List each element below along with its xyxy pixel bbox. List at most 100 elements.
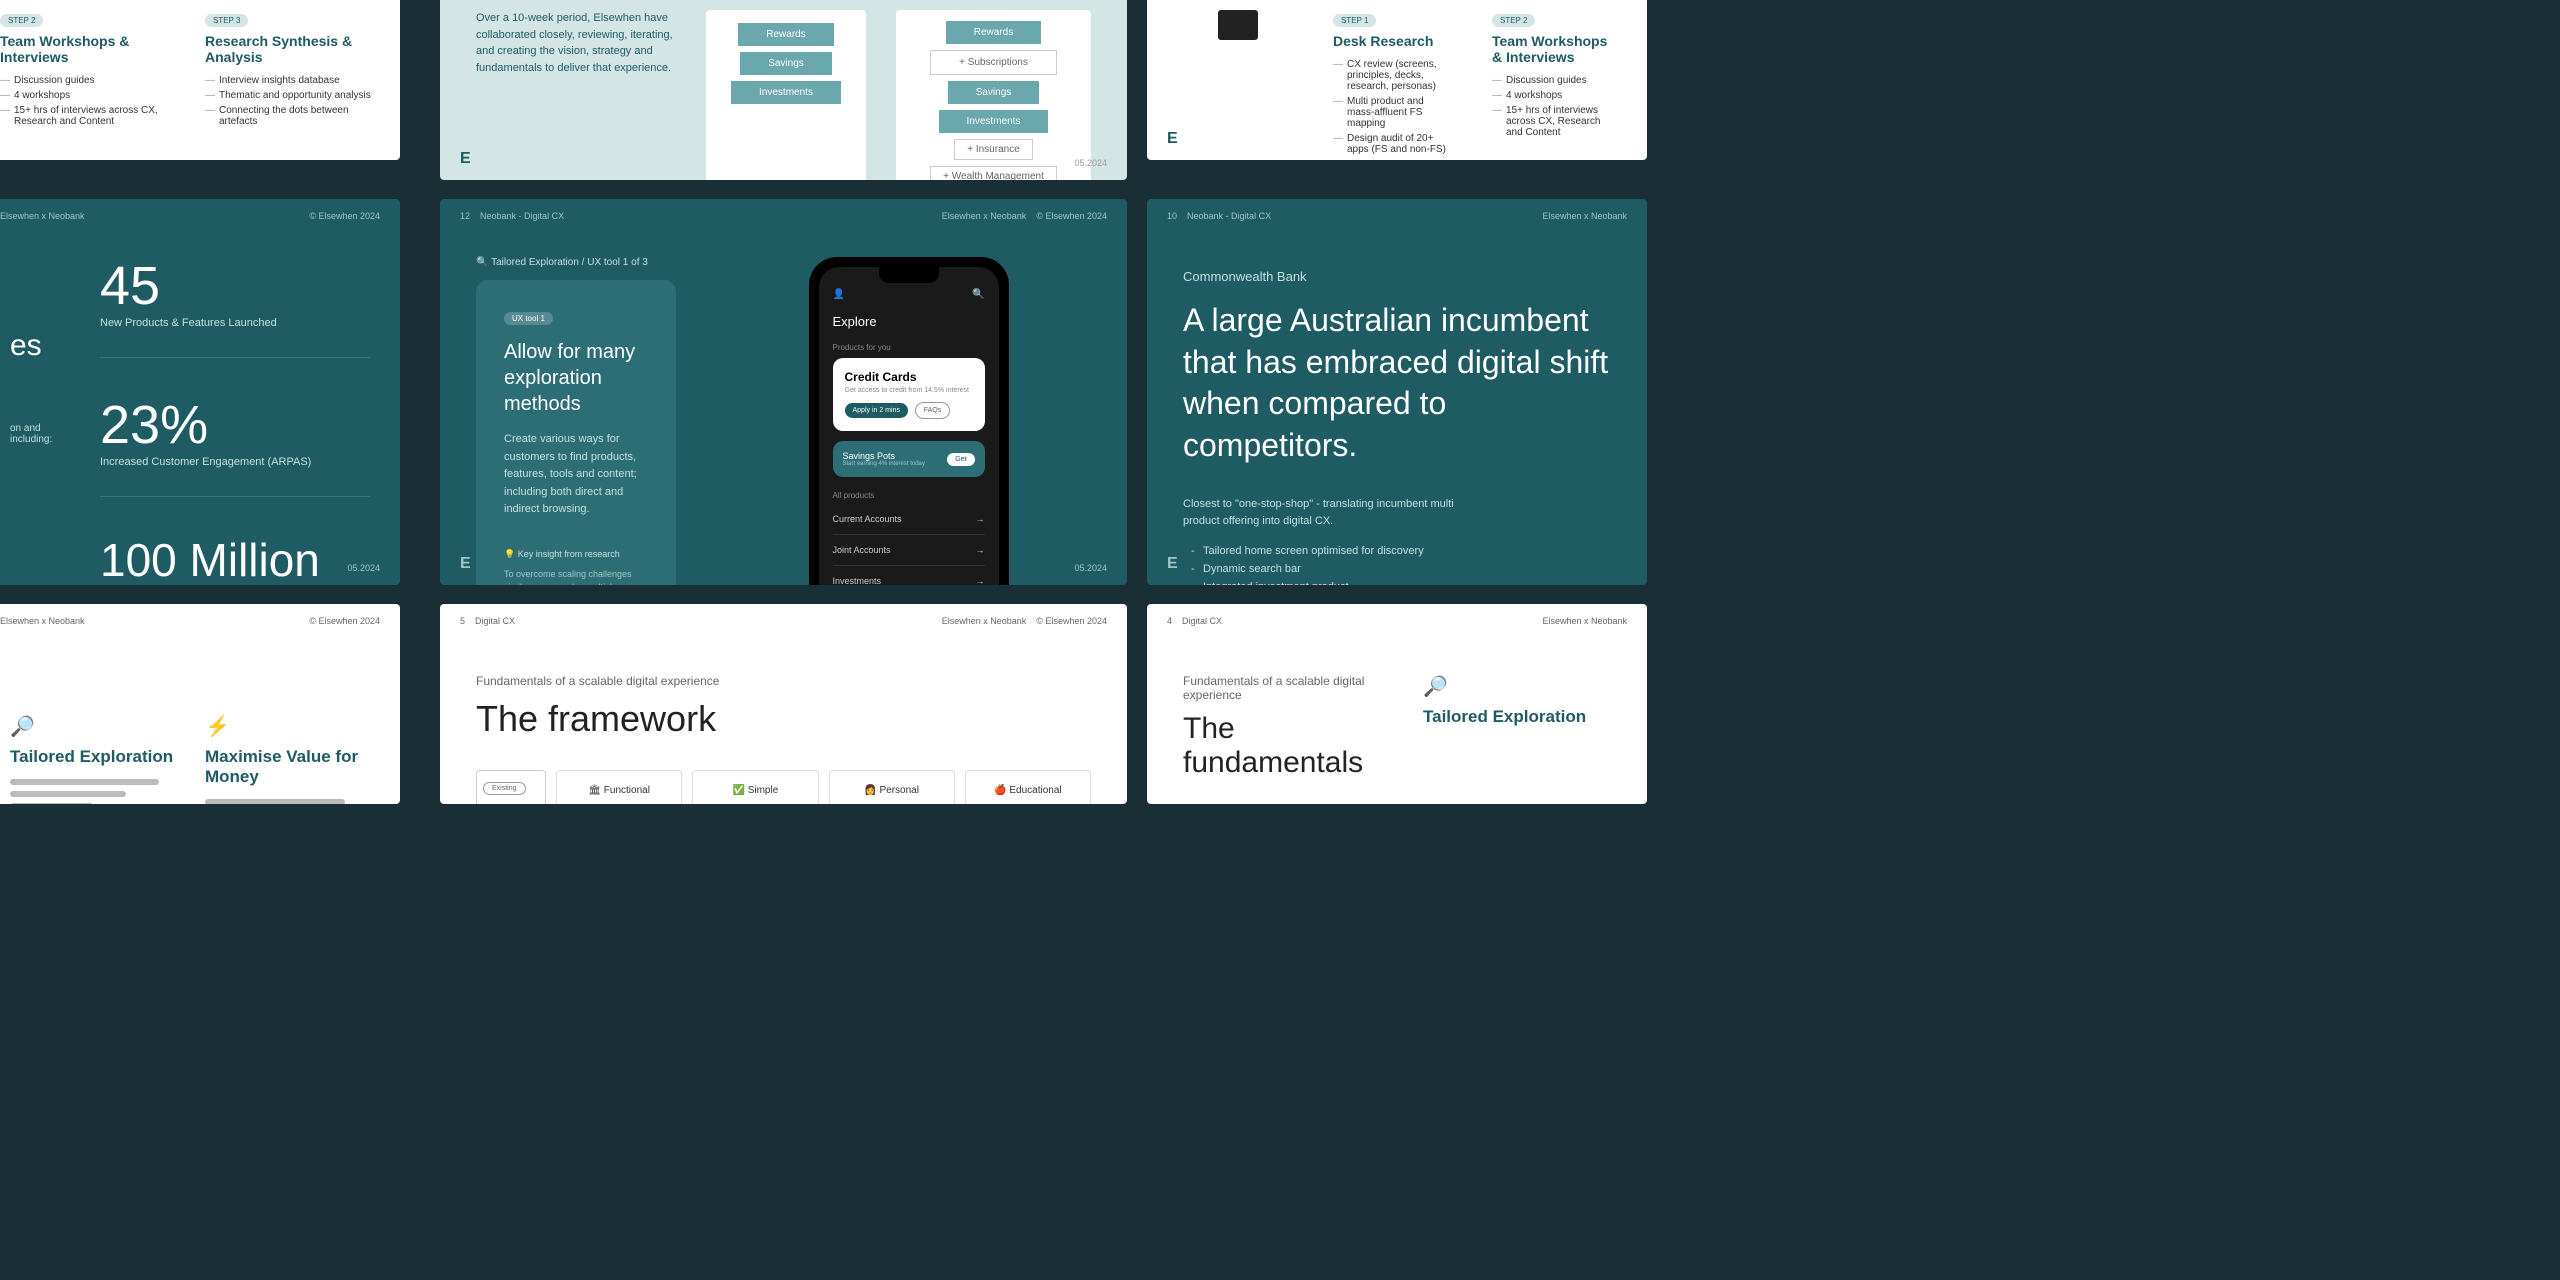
stat-number: 100 Million <box>100 537 370 583</box>
tag: Existing <box>483 782 526 795</box>
step-badge: STEP 2 <box>0 14 43 27</box>
step-2-column: STEP 2 Team Workshops & Interviews Discu… <box>1492 10 1611 159</box>
list-item: Multi product and mass-affluent FS mappi… <box>1333 96 1452 129</box>
meta-left: Elsewhen x Neobank <box>0 211 85 221</box>
apply-button[interactable]: Apply in 2 mins <box>845 403 908 418</box>
step-title: Team Workshops & Interviews <box>0 33 175 65</box>
slide-ux-tool: 12 Neobank - Digital CX Elsewhen x Neoba… <box>440 199 1127 585</box>
meta: Elsewhen x Neobank <box>942 616 1027 626</box>
stat-block: 100 Million Customers <box>100 537 370 585</box>
list-item: Design audit of 20+ apps (FS and non-FS) <box>1333 133 1452 155</box>
step-list: CX review (screens, principles, decks, r… <box>1333 59 1452 155</box>
pill: Investments <box>731 81 841 104</box>
step-badge: STEP 2 <box>1492 14 1535 27</box>
step-badge: STEP 3 <box>205 14 248 27</box>
copyright: © Elsewhen 2024 <box>1036 211 1107 221</box>
logo: E <box>1167 130 1178 148</box>
dp-label: Design Principles <box>483 803 539 804</box>
step-3-column: STEP 3 Research Synthesis & Analysis Int… <box>205 10 380 131</box>
pill: + Insurance <box>954 139 1033 160</box>
get-button[interactable]: Get <box>947 453 974 466</box>
pills-right: Rewards + Subscriptions Savings Investme… <box>896 10 1091 180</box>
magnify-icon: 🔎 <box>1423 674 1611 699</box>
faqs-button[interactable]: FAQs <box>915 402 951 419</box>
stat-label: New Products & Features Launched <box>100 317 370 329</box>
frag: including: <box>10 434 60 445</box>
ux-title: Allow for many exploration methods <box>504 339 648 417</box>
slide-principles-left: Elsewhen x Neobank © Elsewhen 2024 🔎 Tai… <box>0 604 400 804</box>
slide-stats: Elsewhen x Neobank © Elsewhen 2024 es on… <box>0 199 400 585</box>
framework-title: The framework <box>476 698 1091 740</box>
slide-commonwealth: 10 Neobank - Digital CX Elsewhen x Neoba… <box>1147 199 1647 585</box>
slide-meta: 4 Digital CX Elsewhen x Neobank <box>1147 604 1647 638</box>
fw-card: 👩 Personal <box>829 770 955 804</box>
insight-text: To overcome scaling challenges similar a… <box>504 568 648 585</box>
all-products-label: All products <box>833 491 985 500</box>
slide-meta: Elsewhen x Neobank © Elsewhen 2024 <box>0 199 400 233</box>
principle-title: Maximise Value for Money <box>205 747 370 787</box>
ux-card: UX tool 1 Allow for many exploration met… <box>476 280 676 585</box>
step-title: Research Synthesis & Analysis <box>205 33 380 65</box>
pill: Rewards <box>946 21 1041 44</box>
list-item: Connecting the dots between artefacts <box>205 105 380 127</box>
eyebrow: Fundamentals of a scalable digital exper… <box>1183 674 1383 702</box>
description: Closest to "one-stop-shop" - translating… <box>1183 496 1483 529</box>
logo: E <box>460 150 471 168</box>
logo: E <box>460 555 471 573</box>
list-item: CX review (screens, principles, decks, r… <box>1333 59 1452 92</box>
card-sub: Start earning 4% interest today <box>843 461 925 467</box>
phone-notch <box>879 267 939 283</box>
ux-desc: Create various ways for customers to fin… <box>504 431 648 519</box>
slide-desk-research: STEP 1 Desk Research CX review (screens,… <box>1147 0 1647 160</box>
headline: A large Australian incumbent that has em… <box>1183 300 1611 466</box>
list-item: 15+ hrs of interviews across CX, Researc… <box>1492 105 1611 138</box>
step-badge: STEP 1 <box>1333 14 1376 27</box>
logo: E <box>1167 555 1178 573</box>
step-title: Desk Research <box>1333 33 1452 49</box>
fw-card: 🍎 Educational <box>965 770 1091 804</box>
stat-block: 45 New Products & Features Launched <box>100 259 370 358</box>
frag: on and <box>10 423 60 434</box>
person-icon[interactable]: 👤 <box>833 289 845 300</box>
step-title: Team Workshops & Interviews <box>1492 33 1611 65</box>
step-list: Interview insights database Thematic and… <box>205 75 380 127</box>
section: Digital CX <box>475 616 515 626</box>
pill: Rewards <box>738 23 833 46</box>
fundamentals-title: The fundamentals <box>1183 712 1383 780</box>
stat-number: 45 <box>100 259 370 313</box>
slide-meta: 10 Neobank - Digital CX Elsewhen x Neoba… <box>1147 199 1647 233</box>
list-item: 4 workshops <box>0 90 175 101</box>
fw-card: 🏛 Functional <box>556 770 682 804</box>
principle-title: Tailored Exploration <box>1423 707 1611 727</box>
thumb <box>1218 10 1258 40</box>
principle-card: ⚡ Maximise Value for Money <box>205 714 370 804</box>
list-item: 15+ hrs of interviews across CX, Researc… <box>0 105 175 127</box>
page-num: 4 <box>1167 616 1172 626</box>
step-list: Discussion guides 4 workshops 15+ hrs of… <box>1492 75 1611 138</box>
breadcrumb: 🔍 Tailored Exploration / UX tool 1 of 3 <box>476 257 676 268</box>
feature-list: Tailored home screen optimised for disco… <box>1183 545 1611 585</box>
slide-workshops-top-left: STEP 2 Team Workshops & Interviews Discu… <box>0 0 400 160</box>
arrow-icon: → <box>976 576 985 585</box>
section: Neobank - Digital CX <box>1187 211 1271 221</box>
pills-left: Rewards Savings Investments <box>706 10 866 180</box>
search-icon[interactable]: 🔍 <box>972 289 984 300</box>
section: Neobank - Digital CX <box>480 211 564 221</box>
slide-date: 05.2024 <box>1074 158 1107 168</box>
card-sub: Get access to credit from 14.5% interest <box>845 387 973 394</box>
product-row[interactable]: Current Accounts→ <box>833 504 985 535</box>
phone-mockup: 👤 🔍 Explore Products for you Credit Card… <box>809 257 1009 585</box>
screen-sub: Products for you <box>833 343 985 352</box>
magnify-icon: 🔎 <box>10 714 175 739</box>
slide-meta: 12 Neobank - Digital CX Elsewhen x Neoba… <box>440 199 1127 233</box>
product-row[interactable]: Investments→ <box>833 566 985 585</box>
product-row[interactable]: Joint Accounts→ <box>833 535 985 566</box>
slide-meta: Elsewhen x Neobank © Elsewhen 2024 <box>0 604 400 638</box>
meta-right: © Elsewhen 2024 <box>309 616 380 626</box>
phone-card-savings[interactable]: Savings Pots Start earning 4% interest t… <box>833 441 985 477</box>
card-title: Savings Pots <box>843 451 925 461</box>
slide-date: 05.2024 <box>1074 563 1107 573</box>
slide-meta: 5 Digital CX Elsewhen x Neobank © Elsewh… <box>440 604 1127 638</box>
phone-card-credit[interactable]: Credit Cards Get access to credit from 1… <box>833 358 985 431</box>
bolt-icon: ⚡ <box>205 714 370 739</box>
